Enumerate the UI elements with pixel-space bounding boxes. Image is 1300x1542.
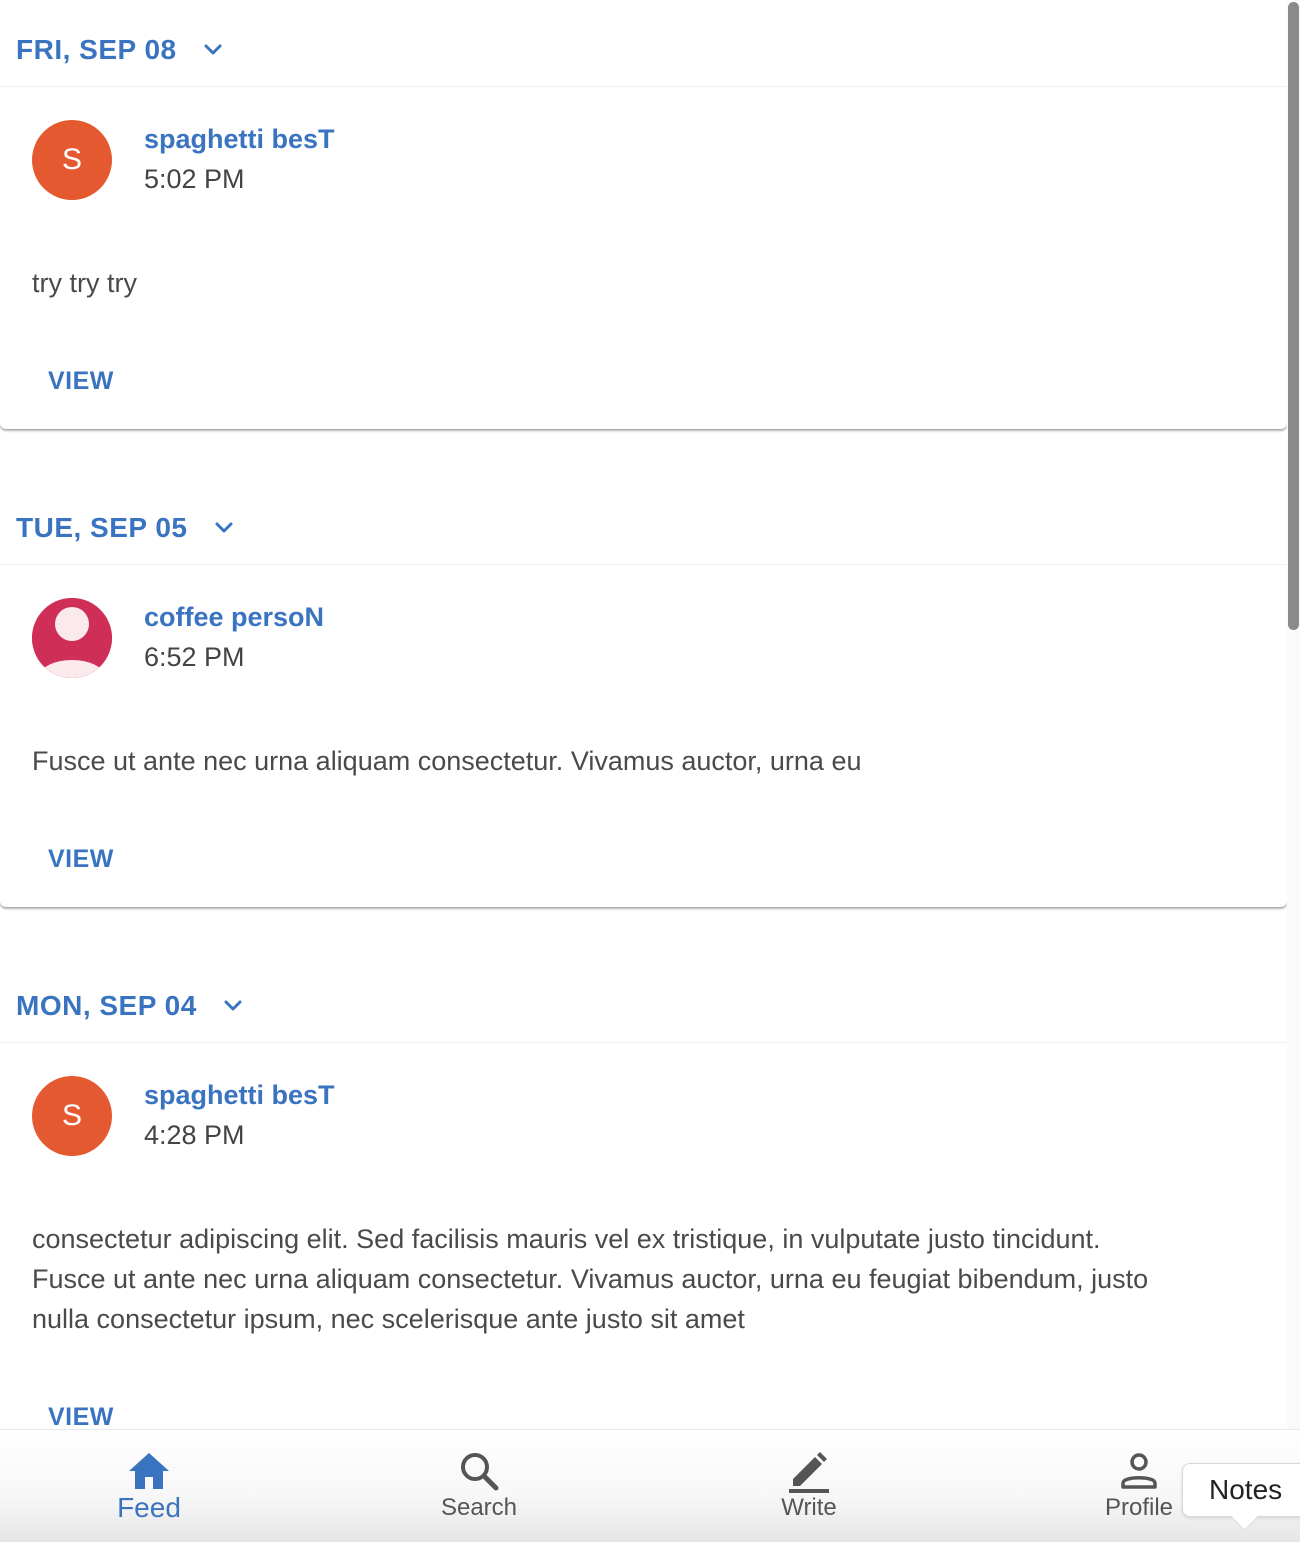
post-card: S spaghetti besT 4:28 PM consectetur adi… xyxy=(0,1042,1287,1430)
post-card: S spaghetti besT 5:02 PM try try try VIE… xyxy=(0,86,1287,429)
post-card: coffee persoN 6:52 PM Fusce ut ante nec … xyxy=(0,564,1287,907)
avatar-letter: S xyxy=(61,143,82,176)
nav-search[interactable]: Search xyxy=(409,1430,549,1542)
default-avatar-icon xyxy=(32,598,112,678)
person-icon xyxy=(1121,1453,1157,1489)
post-body-line: Fusce ut ante nec urna aliquam consectet… xyxy=(32,1264,1149,1294)
date-header[interactable]: MON, SEP 04 xyxy=(16,986,245,1026)
scrollbar[interactable] xyxy=(1287,0,1300,1430)
post-body-line: nulla consectetur ipsum, nec scelerisque… xyxy=(32,1304,745,1334)
avatar[interactable]: S xyxy=(32,1076,112,1156)
avatar-letter: S xyxy=(61,1099,82,1132)
author-name[interactable]: coffee persoN xyxy=(144,602,324,633)
date-label: MON, SEP 04 xyxy=(16,990,197,1021)
tooltip-text: Notes xyxy=(1209,1474,1283,1505)
notes-tooltip: Notes xyxy=(1182,1463,1300,1531)
pencil-icon xyxy=(789,1452,829,1493)
author-name[interactable]: spaghetti besT xyxy=(144,124,335,155)
home-icon xyxy=(129,1453,169,1489)
nav-feed[interactable]: Feed xyxy=(79,1430,219,1542)
chevron-down-icon xyxy=(224,1000,242,1011)
view-button[interactable]: VIEW xyxy=(48,367,114,396)
chevron-down-icon xyxy=(215,522,233,533)
author-name[interactable]: spaghetti besT xyxy=(144,1080,335,1111)
nav-label: Search xyxy=(440,1494,518,1521)
avatar[interactable] xyxy=(32,598,112,678)
chevron-down-icon xyxy=(204,44,222,55)
view-button[interactable]: VIEW xyxy=(48,1403,114,1430)
post-body: Fusce ut ante nec urna aliquam consectet… xyxy=(32,746,862,776)
avatar[interactable]: S xyxy=(32,120,112,200)
nav-label: Write xyxy=(781,1494,837,1521)
feed-list: FRI, SEP 08 S spaghetti besT 5:02 PM try… xyxy=(0,0,1287,1430)
post-body: try try try xyxy=(32,268,137,298)
post-body-line: consectetur adipiscing elit. Sed facilis… xyxy=(32,1224,1101,1254)
date-header[interactable]: FRI, SEP 08 xyxy=(16,30,225,70)
view-button[interactable]: VIEW xyxy=(48,845,114,874)
post-time: 5:02 PM xyxy=(144,164,245,194)
nav-label: Feed xyxy=(117,1492,181,1523)
scrollbar-thumb[interactable] xyxy=(1288,2,1299,630)
bottom-nav: Feed Search Write Profile xyxy=(0,1429,1300,1542)
post-body: consectetur adipiscing elit. Sed facilis… xyxy=(32,1219,1227,1339)
search-icon xyxy=(461,1453,499,1491)
nav-write[interactable]: Write xyxy=(739,1430,879,1542)
date-label: FRI, SEP 08 xyxy=(16,34,177,65)
date-label: TUE, SEP 05 xyxy=(16,512,188,543)
date-header[interactable]: TUE, SEP 05 xyxy=(16,508,236,548)
post-time: 4:28 PM xyxy=(144,1120,245,1150)
post-time: 6:52 PM xyxy=(144,642,245,672)
